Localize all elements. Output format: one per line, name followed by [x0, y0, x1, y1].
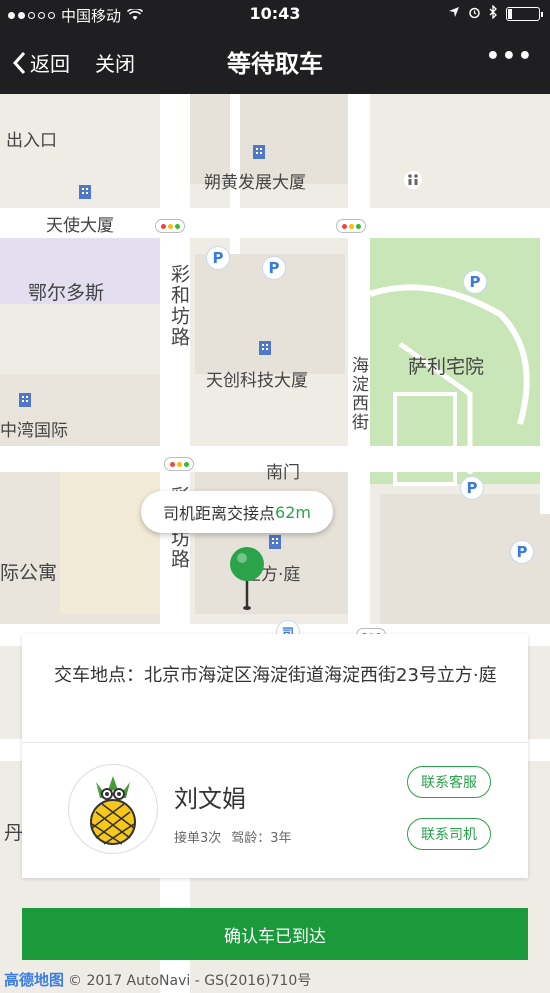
parking-icon: P — [510, 540, 534, 564]
map-label-tianshi: 天使大厦 — [46, 216, 114, 236]
distance-value: 62m — [275, 502, 311, 522]
map-label-nanmen: 南门 — [266, 463, 300, 483]
handover-card: 交车地点：北京市海淀区海淀街道海淀西街23号立方·庭 刘文娟 接单3次 驾龄：3… — [22, 634, 528, 878]
handover-pin-icon[interactable] — [229, 546, 265, 612]
more-button[interactable]: ••• — [486, 44, 534, 69]
map-label-sali: 萨利宅院 — [408, 356, 485, 378]
confirm-arrival-button[interactable]: 确认车已到达 — [22, 908, 528, 960]
parking-icon: P — [262, 256, 286, 280]
building-icon — [79, 185, 91, 199]
driver-age: 驾龄：3年 — [231, 831, 292, 846]
contact-service-button[interactable]: 联系客服 — [407, 766, 491, 798]
copyright-text: © 2017 AutoNavi - GS(2016)710号 — [68, 972, 312, 989]
traffic-light-icon — [336, 219, 366, 233]
bluetooth-icon — [489, 4, 498, 23]
battery-icon — [506, 7, 543, 21]
map-label-zhongwan: 中湾国际 — [0, 421, 68, 441]
driver-name: 刘文娟 — [174, 785, 246, 813]
driver-orders: 接单3次 — [174, 831, 222, 846]
divider — [22, 742, 528, 743]
building-icon — [259, 341, 271, 355]
map-label-exit: 出入口 — [6, 131, 57, 151]
location-arrow-icon — [448, 6, 460, 22]
handover-address: 交车地点：北京市海淀区海淀街道海淀西街23号立方·庭 — [54, 665, 497, 686]
pineapple-icon — [90, 776, 136, 845]
alarm-icon — [468, 6, 481, 23]
page-title: 等待取车 — [227, 50, 323, 78]
building-icon — [269, 535, 281, 549]
building-icon — [253, 145, 265, 159]
map-label-haidian-st: 海淀西街 — [348, 356, 368, 432]
map-label-caihefang-1: 彩和坊路 — [168, 264, 190, 348]
contact-driver-button[interactable]: 联系司机 — [407, 818, 491, 850]
traffic-light-icon — [155, 219, 185, 233]
parking-icon: P — [463, 270, 487, 294]
nav-bar: 返回 关闭 等待取车 ••• — [0, 28, 550, 94]
status-bar: 中国移动 10:43 — [0, 0, 550, 28]
map-label-dan: 丹 — [4, 822, 24, 844]
status-right — [448, 4, 543, 23]
driver-meta: 接单3次 驾龄：3年 — [174, 827, 292, 846]
map-label-shuohuang: 朔黄发展大厦 — [204, 173, 306, 193]
parking-icon: P — [206, 246, 230, 270]
driver-distance-tooltip: 司机距离交接点 62m — [141, 491, 333, 533]
building-icon — [19, 393, 31, 407]
traffic-light-icon — [164, 457, 194, 471]
restroom-icon — [404, 171, 422, 189]
distance-prefix: 司机距离交接点 — [163, 504, 276, 523]
parking-icon: P — [460, 476, 484, 500]
map-label-apartment: 际公寓 — [0, 562, 58, 584]
avatar — [68, 764, 158, 854]
map-label-ordos: 鄂尔多斯 — [28, 282, 105, 304]
amap-logo: 高德地图 — [4, 971, 65, 989]
map-attribution: 高德地图 © 2017 AutoNavi - GS(2016)710号 — [0, 966, 550, 993]
map-label-tianchuang: 天创科技大厦 — [206, 371, 308, 391]
